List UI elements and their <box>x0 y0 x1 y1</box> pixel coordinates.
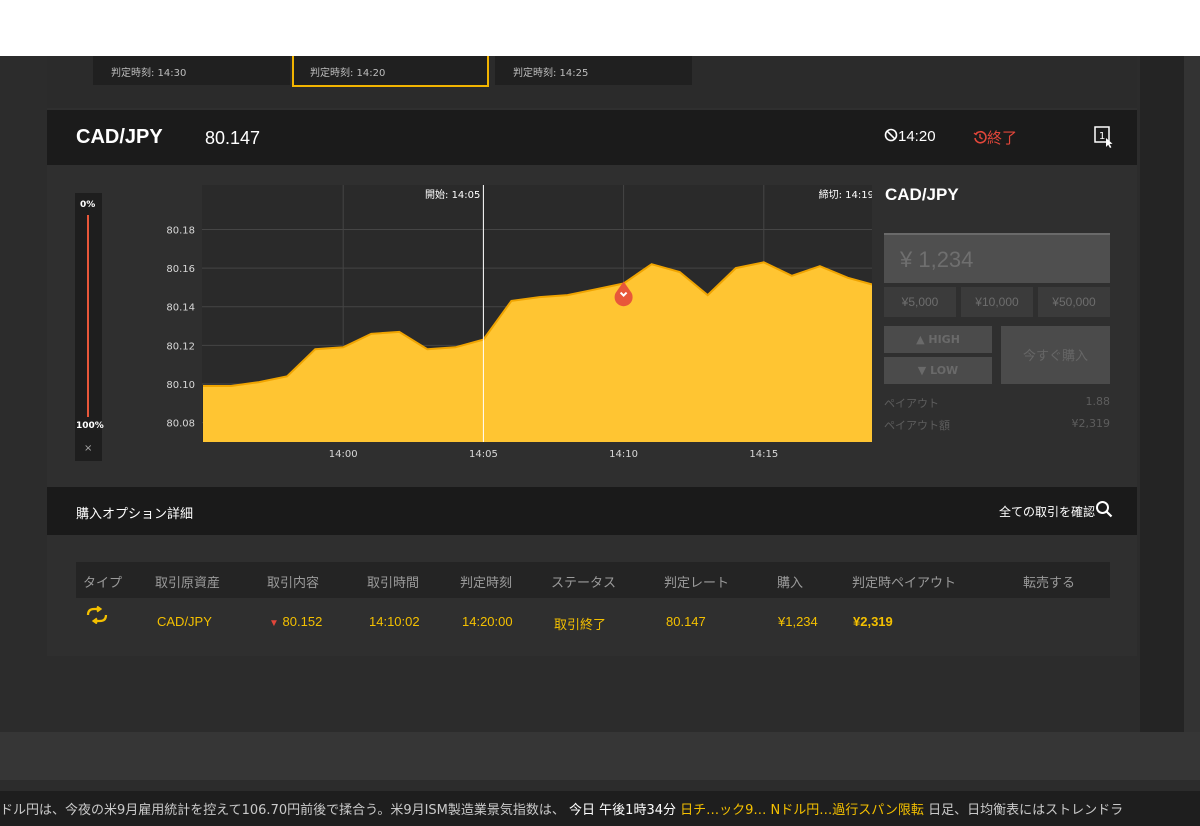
order-pair: CAD/JPY <box>885 185 959 204</box>
options-title: 購入オプション詳細 <box>76 507 194 522</box>
row-purchase: ¥1,234 <box>778 614 818 629</box>
buy-now-button[interactable]: 今すぐ購入 <box>1001 326 1110 384</box>
tab-label: 判定時刻: 14:20 <box>310 68 386 79</box>
deadline-time: 14:20 <box>884 128 936 145</box>
col-judge-rate: 判定レート <box>664 576 730 591</box>
x-tick-label: 14:05 <box>469 449 498 460</box>
chart-area: 0% 100% × 80.18 80.16 80.14 80.12 80.10 80.08… <box>47 165 1137 487</box>
payout-label: ペイアウト <box>884 397 939 410</box>
low-label: LOW <box>930 364 959 377</box>
gauge-close-icon[interactable]: × <box>84 443 92 454</box>
row-time: 14:10:02 <box>369 614 420 629</box>
app-window: 判定時刻: 14:30 判定時刻: 14:20 判定時刻: 14:25 CAD/… <box>0 56 1200 826</box>
cutoff-label: 締切: 14:19 <box>819 188 872 201</box>
col-purchase: 購入 <box>777 576 804 591</box>
asset-header: CAD/JPY 80.147 14:20 終了 1 <box>47 110 1137 165</box>
ticker-text-2: 日足、日均衡表にはストレンドラ <box>928 803 1124 818</box>
x-tick-label: 14:10 <box>609 449 638 460</box>
options-bar: 購入オプション詳細 全ての取引を確認 <box>47 487 1137 535</box>
down-arrow-icon: ▼ <box>917 364 931 377</box>
x-tick-label: 14:00 <box>329 449 358 460</box>
quick-amount-5000[interactable]: ¥5,000 <box>884 287 956 317</box>
col-resell: 転売する <box>1023 576 1076 591</box>
order-panel: CAD/JPY ¥ 1,234 ¥5,000 ¥10,000 ¥50,000 ▲… <box>884 185 1110 432</box>
col-payout: 判定時ペイアウト <box>852 576 957 591</box>
tab-expiry-1425[interactable]: 判定時刻: 14:25 <box>495 56 692 85</box>
payout-amount-row: ペイアウト額 ¥2,319 <box>884 417 1110 433</box>
up-arrow-icon: ▲ <box>916 333 929 346</box>
payout-amount-label: ペイアウト額 <box>884 419 950 432</box>
gauge-top-label: 0% <box>80 200 96 210</box>
right-rail <box>1140 56 1184 732</box>
row-judge-time: 14:20:00 <box>462 614 513 629</box>
x-tick-label: 14:15 <box>749 449 778 460</box>
scrollbar-track[interactable] <box>1184 56 1200 732</box>
row-payout: ¥2,319 <box>853 614 893 629</box>
row-asset: CAD/JPY <box>157 614 212 629</box>
search-icon[interactable] <box>1095 500 1113 518</box>
news-ticker[interactable]: ドル円は、今夜の米9月雇用統計を控えて106.70円前後で揉合う。米9月ISM製… <box>0 791 1200 826</box>
down-arrow-icon: ▼ <box>269 618 279 629</box>
y-tick-label: 80.18 <box>166 225 195 236</box>
ticker-text-1: ドル円は、今夜の米9月雇用統計を控えて106.70円前後で揉合う。米9月ISM製… <box>0 803 565 818</box>
quick-amount-10000[interactable]: ¥10,000 <box>961 287 1033 317</box>
low-button[interactable]: ▼ LOW <box>884 357 992 384</box>
table-header: タイプ 取引原資産 取引内容 取引時間 判定時刻 ステータス 判定レート 購入 … <box>76 562 1110 598</box>
footer-band <box>0 732 1200 780</box>
all-trades-link[interactable]: 全ての取引を確認 <box>999 503 1095 520</box>
col-content: 取引内容 <box>267 576 320 591</box>
deadline-text: 14:20 <box>898 128 936 145</box>
ticker-headline: 日チ…ック9… Nドル円…過行スパン限転 <box>680 803 924 818</box>
price-chart: 80.18 80.16 80.14 80.12 80.10 80.08 14:00 14:05… <box>166 185 872 460</box>
payout-row: ペイアウト 1.88 <box>884 395 1110 411</box>
svg-text:1: 1 <box>1099 131 1105 142</box>
tab-expiry-1420[interactable]: 判定時刻: 14:20 <box>292 56 489 87</box>
row-content: ▼ 80.152 <box>269 614 322 629</box>
ticker-time: 今日 午後1時34分 <box>569 803 676 818</box>
current-rate: 80.147 <box>205 128 261 148</box>
quick-amount-50000[interactable]: ¥50,000 <box>1038 287 1110 317</box>
high-label: HIGH <box>928 333 960 346</box>
tab-label: 判定時刻: 14:30 <box>111 68 187 79</box>
row-judge-rate: 80.147 <box>666 614 706 629</box>
expiry-tabs: 判定時刻: 14:30 判定時刻: 14:20 判定時刻: 14:25 <box>47 56 1137 108</box>
payout-value: 1.88 <box>1085 395 1111 408</box>
tab-expiry-1430[interactable]: 判定時刻: 14:30 <box>93 56 290 85</box>
screen-1-cursor-icon[interactable]: 1 <box>1094 126 1114 148</box>
col-asset: 取引原資産 <box>155 576 221 591</box>
trade-status-text: 終了 <box>987 129 1018 147</box>
y-tick-label: 80.10 <box>166 380 195 391</box>
col-judge-time: 判定時刻 <box>460 576 513 591</box>
payout-amount-value: ¥2,319 <box>1071 417 1111 430</box>
asset-pair: CAD/JPY <box>76 126 163 148</box>
col-type: タイプ <box>83 576 123 591</box>
gauge-bar <box>87 215 89 417</box>
high-button[interactable]: ▲ HIGH <box>884 326 992 353</box>
start-label: 開始: 14:05 <box>425 188 480 201</box>
y-tick-label: 80.16 <box>166 264 195 275</box>
y-tick-label: 80.12 <box>166 341 195 352</box>
col-time: 取引時間 <box>367 576 420 591</box>
probability-gauge: 0% 100% × <box>75 193 104 461</box>
no-entry-icon <box>884 128 898 142</box>
trade-panel: 判定時刻: 14:30 判定時刻: 14:20 判定時刻: 14:25 CAD/… <box>47 56 1137 656</box>
y-tick-label: 80.08 <box>166 419 195 430</box>
y-tick-label: 80.14 <box>166 303 195 314</box>
gauge-bottom-label: 100% <box>76 421 104 431</box>
type-swap-icon <box>86 606 108 624</box>
trade-status: 終了 <box>973 127 1017 148</box>
row-status: 取引終了 <box>554 617 607 632</box>
clock-history-icon <box>973 130 987 144</box>
col-status: ステータス <box>551 576 617 591</box>
row-content-value: 80.152 <box>282 614 323 629</box>
tab-label: 判定時刻: 14:25 <box>513 68 589 79</box>
amount-input[interactable]: ¥ 1,234 <box>884 233 1110 283</box>
